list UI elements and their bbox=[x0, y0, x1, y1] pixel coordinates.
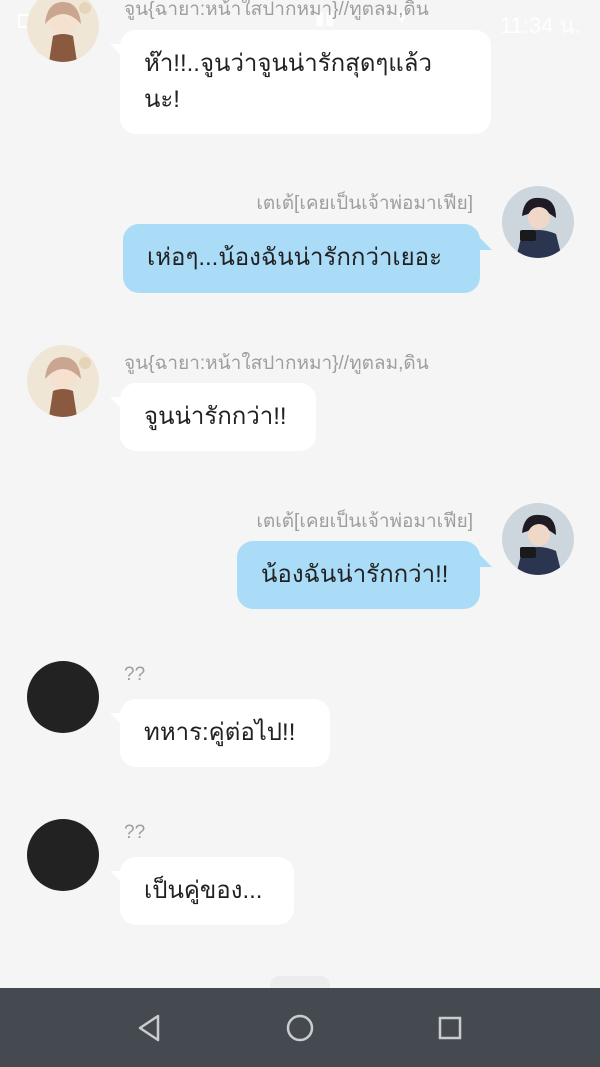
sender-name: จูน{ฉายา:หน้าใสปากหมา}//ทูตลม,ดิน bbox=[124, 0, 429, 20]
recents-icon[interactable] bbox=[432, 1010, 468, 1046]
message-text: ทหาร:คู่ต่อไป!! bbox=[144, 719, 296, 746]
unknown-avatar[interactable] bbox=[27, 661, 99, 733]
message-bubble[interactable]: จูนน่ารักกว่า!! bbox=[110, 383, 316, 451]
unknown-avatar[interactable] bbox=[27, 819, 99, 891]
message-bubble[interactable]: ห๊า!!..จูนว่าจูนน่ารักสุดๆแล้ว นะ! bbox=[110, 30, 491, 134]
sender-name: จูน{ฉายา:หน้าใสปากหมา}//ทูตลม,ดิน bbox=[124, 353, 429, 374]
sender-name: เตเต้[เคยเป็นเจ้าพ่อมาเฟีย] bbox=[256, 511, 473, 532]
girl-avatar[interactable] bbox=[27, 345, 99, 417]
message-bubble[interactable]: น้องฉันน่ารักกว่า!! bbox=[237, 541, 492, 609]
boy-avatar[interactable] bbox=[502, 503, 574, 575]
message-text: น้องฉันน่ารักกว่า!! bbox=[261, 561, 449, 588]
navigation-bar bbox=[0, 988, 600, 1067]
sender-name: ?? bbox=[124, 822, 146, 843]
message-text: จูนน่ารักกว่า!! bbox=[144, 403, 287, 430]
chat-list[interactable]: จูน{ฉายา:หน้าใสปากหมา}//ทูตลม,ดิน ห๊า!!.… bbox=[0, 0, 600, 988]
message-bubble[interactable]: เป็นคู่ของ... bbox=[110, 857, 294, 925]
back-icon[interactable] bbox=[132, 1010, 168, 1046]
girl-avatar[interactable] bbox=[27, 0, 99, 62]
sender-name: ?? bbox=[124, 664, 146, 685]
message-text: เป็นคู่ของ... bbox=[144, 877, 263, 904]
message-text: ห๊า!!..จูนว่าจูนน่ารักสุดๆแล้ว bbox=[144, 50, 432, 77]
boy-avatar[interactable] bbox=[502, 186, 574, 258]
message-text: เห่อๆ...น้องฉันน่ารักกว่าเยอะ bbox=[147, 244, 442, 271]
sender-name: เตเต้[เคยเป็นเจ้าพ่อมาเฟีย] bbox=[256, 193, 473, 214]
message-bubble[interactable]: ทหาร:คู่ต่อไป!! bbox=[110, 699, 330, 767]
home-icon[interactable] bbox=[282, 1010, 318, 1046]
message-bubble[interactable]: เห่อๆ...น้องฉันน่ารักกว่าเยอะ bbox=[123, 224, 492, 293]
message-text: นะ! bbox=[144, 86, 180, 113]
